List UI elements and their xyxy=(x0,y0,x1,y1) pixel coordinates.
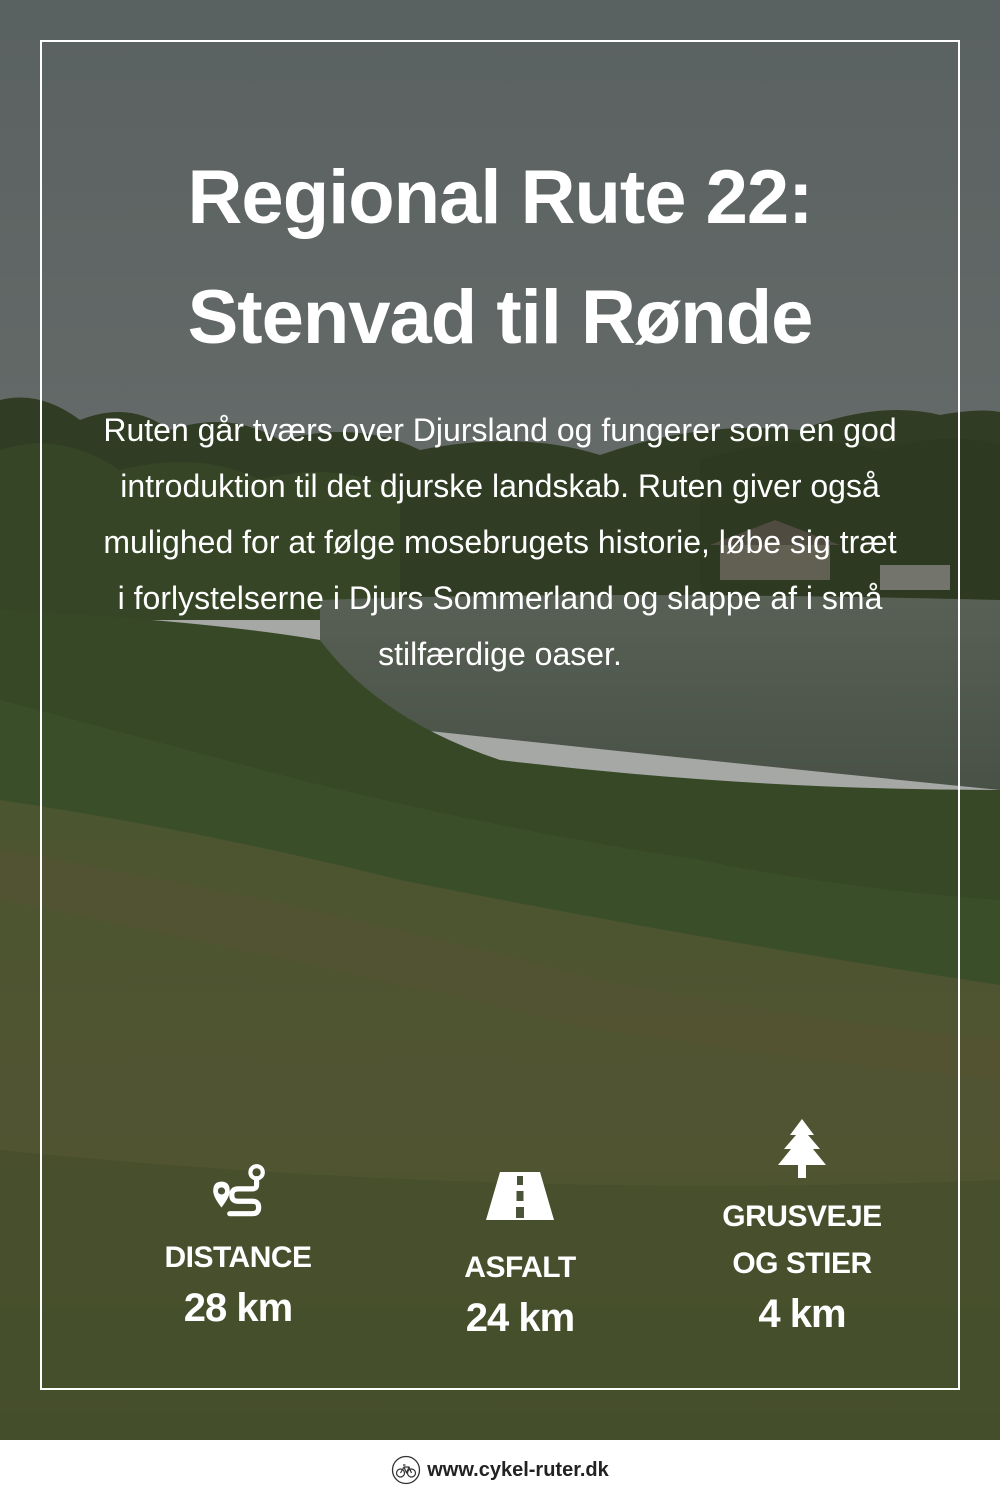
poster: Regional Rute 22: Stenvad til Rønde Rute… xyxy=(0,0,1000,1440)
road-icon xyxy=(486,1172,554,1220)
stat-value: 24 km xyxy=(465,1296,575,1340)
footer: www.cykel-ruter.dk xyxy=(0,1440,1000,1500)
title-line-1: Regional Rute 22: xyxy=(187,155,814,240)
stat-label: DISTANCE xyxy=(164,1241,312,1274)
stat-distance: DISTANCE 28 km xyxy=(98,1162,378,1335)
route-icon xyxy=(213,1164,265,1217)
stat-asphalt: ASFALT 24 km xyxy=(380,1170,660,1345)
page-title: Regional Rute 22: Stenvad til Rønde xyxy=(50,138,950,378)
stat-gravel-paths: GRUSVEJE OG STIER 4 km xyxy=(662,1118,942,1341)
stat-label: GRUSVEJE OG STIER xyxy=(722,1200,882,1280)
stat-label: ASFALT xyxy=(464,1251,576,1284)
route-description: Ruten går tværs over Djursland og funger… xyxy=(103,412,897,672)
bicycle-icon xyxy=(392,1455,421,1485)
website-link[interactable]: www.cykel-ruter.dk xyxy=(427,1459,609,1482)
tree-icon xyxy=(778,1119,826,1178)
stat-value: 28 km xyxy=(183,1286,293,1330)
stat-value: 4 km xyxy=(758,1292,846,1336)
title-line-2: Stenvad til Rønde xyxy=(187,275,814,360)
